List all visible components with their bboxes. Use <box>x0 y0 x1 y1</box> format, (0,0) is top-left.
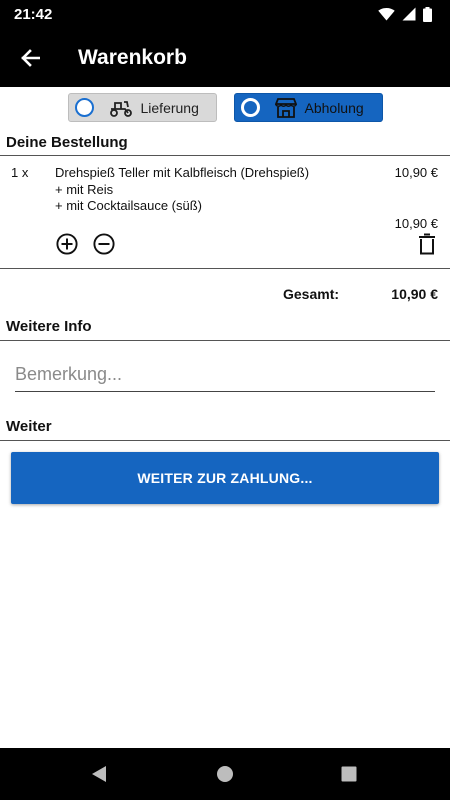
app-bar: Warenkorb <box>0 28 450 87</box>
info-divider <box>0 340 450 341</box>
nav-home-button[interactable] <box>205 754 245 794</box>
delivery-radio[interactable] <box>74 98 94 117</box>
item-name: Drehspieß Teller mit Kalbfleisch (Drehsp… <box>55 165 310 180</box>
trash-icon[interactable] <box>418 233 436 255</box>
nav-home-icon <box>217 766 233 782</box>
order-mode-toggle: Lieferung Abholung <box>0 93 450 123</box>
status-icons <box>378 6 432 22</box>
back-arrow-icon <box>21 48 40 67</box>
item-extra: + mit Reis <box>55 182 114 197</box>
wifi-icon <box>378 8 395 21</box>
item-line-total: 10,90 € <box>394 216 438 231</box>
item-divider <box>0 268 450 269</box>
item-unit-price: 10,90 € <box>394 165 438 180</box>
nav-recents-icon <box>341 766 357 782</box>
delivery-option[interactable]: Lieferung <box>67 93 217 122</box>
minus-circle-icon[interactable] <box>93 233 115 255</box>
total-value: 10,90 € <box>391 286 438 302</box>
info-heading: Weitere Info <box>6 318 92 335</box>
nav-back-icon <box>92 766 106 782</box>
signal-icon <box>402 7 416 21</box>
pickup-label: Abholung <box>304 99 364 116</box>
plus-circle-icon[interactable] <box>56 233 78 255</box>
total-label: Gesamt: <box>283 286 340 302</box>
system-nav-bar <box>0 748 450 800</box>
status-time: 21:42 <box>14 5 53 23</box>
nav-recents-button[interactable] <box>329 754 369 794</box>
pickup-option[interactable]: Abholung <box>233 93 383 122</box>
order-heading: Deine Bestellung <box>6 134 128 151</box>
scooter-icon <box>109 99 133 117</box>
next-divider <box>0 440 450 441</box>
remark-input[interactable] <box>15 362 435 392</box>
order-item: 1 x Drehspieß Teller mit Kalbfleisch (Dr… <box>0 156 450 268</box>
battery-icon <box>423 6 432 22</box>
page-title: Warenkorb <box>78 45 187 69</box>
back-button[interactable] <box>0 28 60 87</box>
nav-back-button[interactable] <box>79 754 119 794</box>
item-quantity: 1 x <box>11 165 29 180</box>
pickup-radio[interactable] <box>240 98 260 117</box>
item-extra: + mit Cocktailsauce (süß) <box>55 198 203 213</box>
delivery-label: Lieferung <box>140 99 199 116</box>
next-heading: Weiter <box>6 418 52 435</box>
status-bar: 21:42 <box>0 0 450 28</box>
continue-to-payment-button[interactable]: WEITER ZUR ZAHLUNG... <box>11 452 439 504</box>
store-icon <box>274 97 297 118</box>
